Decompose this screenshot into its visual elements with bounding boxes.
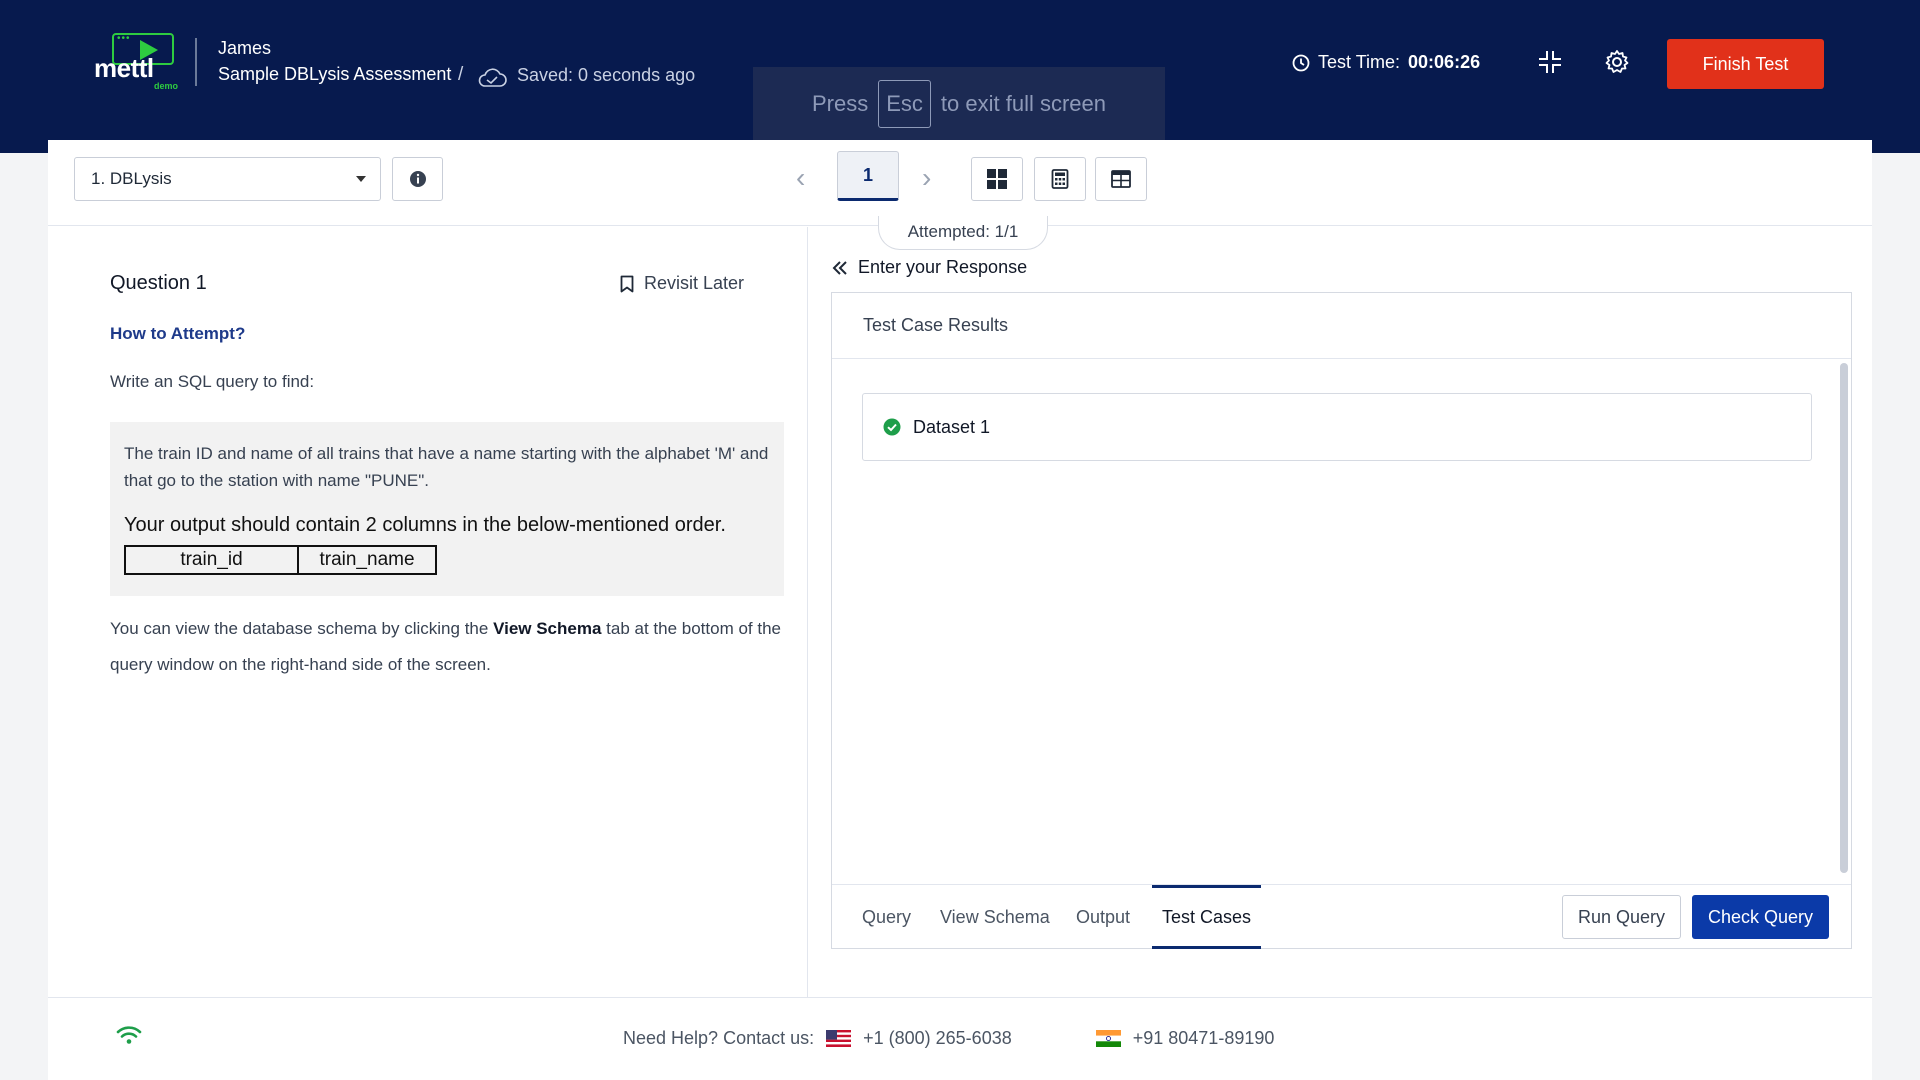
schema-note: You can view the database schema by clic…	[110, 611, 790, 683]
question-statement: The train ID and name of all trains that…	[110, 422, 784, 596]
question-body: The train ID and name of all trains that…	[124, 444, 769, 490]
wifi-icon	[116, 1026, 142, 1044]
run-query-button[interactable]: Run Query	[1562, 895, 1681, 939]
section-select-value: 1. DBLysis	[91, 169, 172, 188]
column-cell: train_name	[297, 545, 437, 575]
fullscreen-press-text: Press	[811, 91, 869, 116]
fullscreen-notice: Press Esc to exit full screen	[753, 67, 1165, 141]
tab-output[interactable]: Output	[1066, 885, 1140, 949]
revisit-later-label: Revisit Later	[644, 273, 745, 293]
response-panel: Test Case Results Dataset 1 Query View S…	[831, 292, 1852, 949]
clock-icon	[1292, 54, 1310, 71]
response-tabs: Query View Schema Output Test Cases Run …	[832, 884, 1851, 949]
grid-icon	[987, 169, 1007, 189]
response-heading: Enter your Response	[858, 257, 1028, 277]
tab-test-cases[interactable]: Test Cases	[1152, 885, 1262, 949]
calculator-icon	[1051, 169, 1069, 189]
response-toggle[interactable]: Enter your Response	[832, 257, 1027, 278]
timer-label: Test Time:	[1318, 52, 1401, 72]
india-flag-icon	[1095, 1030, 1121, 1047]
test-name: Sample DBLysis Assessment	[218, 64, 452, 84]
mettl-logo: ••• mettl demo	[94, 31, 178, 93]
header-divider	[195, 38, 197, 86]
question-pane: Question 1 Revisit Later How to Attempt?…	[48, 227, 808, 997]
finish-test-button[interactable]: Finish Test	[1667, 39, 1824, 89]
column-cell: train_id	[124, 545, 299, 575]
exit-fullscreen-icon[interactable]	[1538, 50, 1562, 74]
output-columns-table: train_id train_name	[124, 545, 437, 575]
attempted-badge: Attempted: 1/1	[878, 216, 1048, 250]
double-chevron-left-icon	[832, 260, 847, 275]
output-instruction: Your output should contain 2 columns in …	[124, 514, 726, 536]
gear-icon[interactable]	[1604, 49, 1630, 75]
logo-demo-tag: demo	[153, 81, 178, 91]
question-toolbar: 1. DBLysis ‹ 1 ›	[48, 140, 1872, 226]
cloud-saved-icon	[478, 68, 507, 87]
us-flag-icon	[826, 1030, 852, 1047]
logo-dots-icon: •••	[117, 33, 131, 44]
tab-query[interactable]: Query	[852, 885, 921, 949]
table-row: train_id train_name	[124, 545, 437, 575]
timer-value: 00:06:26	[1408, 52, 1481, 72]
test-case-results-title: Test Case Results	[832, 293, 1851, 359]
logo-wordmark: mettl	[94, 53, 154, 83]
tab-view-schema[interactable]: View Schema	[930, 885, 1060, 949]
us-phone[interactable]: +1 (800) 265-6038	[863, 1028, 1012, 1049]
check-query-button[interactable]: Check Query	[1692, 895, 1829, 939]
section-select[interactable]: 1. DBLysis	[74, 157, 381, 201]
page-footer: Need Help? Contact us: +1 (800) 265-6038…	[48, 997, 1872, 1080]
user-name: James	[218, 38, 272, 58]
question-intro: Write an SQL query to find:	[110, 372, 315, 391]
table-icon	[1111, 170, 1131, 188]
help-contact: Need Help? Contact us: +1 (800) 265-6038…	[623, 1028, 1274, 1049]
test-timer: Test Time: 00:06:26	[1292, 52, 1480, 73]
help-label: Need Help? Contact us:	[623, 1028, 815, 1048]
next-question-button[interactable]: ›	[922, 162, 931, 194]
results-scrollbar[interactable]	[1840, 363, 1848, 873]
chevron-down-icon	[356, 176, 366, 182]
app-header: ••• mettl demo James Sample DBLysis Asse…	[0, 0, 1920, 153]
dataset-result[interactable]: Dataset 1	[862, 393, 1812, 461]
info-button[interactable]	[392, 157, 443, 201]
dataset-label: Dataset 1	[913, 416, 991, 437]
check-circle-icon	[883, 418, 901, 436]
revisit-later-button[interactable]: Revisit Later	[620, 273, 744, 294]
prev-question-button[interactable]: ‹	[796, 162, 805, 194]
how-to-attempt-link[interactable]: How to Attempt?	[110, 324, 245, 344]
schema-note-bold: View Schema	[493, 619, 602, 638]
fullscreen-suffix-text: to exit full screen	[940, 91, 1106, 116]
grid-view-button[interactable]	[971, 157, 1023, 201]
esc-key: Esc	[878, 80, 931, 128]
question-title: Question 1	[110, 272, 207, 294]
saved-status: Saved: 0 seconds ago	[517, 65, 696, 85]
india-phone[interactable]: +91 80471-89190	[1133, 1028, 1275, 1049]
question-number-button[interactable]: 1	[837, 151, 899, 201]
schema-note-before: You can view the database schema by clic…	[110, 619, 494, 638]
info-icon	[409, 171, 426, 187]
table-view-button[interactable]	[1095, 157, 1147, 201]
title-separator: /	[458, 64, 464, 85]
assessment-card: 1. DBLysis ‹ 1 › Attempted: 1/1 Question…	[48, 140, 1872, 1080]
bookmark-icon	[620, 275, 634, 292]
calculator-button[interactable]	[1034, 157, 1086, 201]
